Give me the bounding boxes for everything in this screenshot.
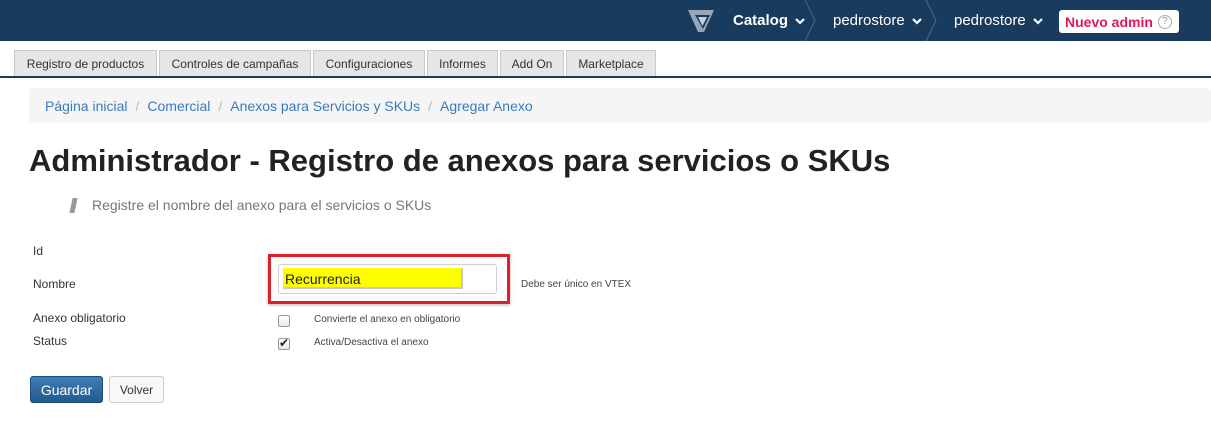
id-label: Id [33,244,44,258]
nav-separator [925,0,937,41]
vtex-logo-icon[interactable] [686,8,716,34]
quote-bar-icon [69,198,78,213]
page-subtitle: Registre el nombre del anexo para el ser… [92,197,432,213]
anexo-obligatorio-hint: Convierte el anexo en obligatorio [314,314,461,325]
tab-configuraciones[interactable]: Configuraciones [313,50,425,76]
anexo-obligatorio-checkbox[interactable] [278,315,290,327]
save-button[interactable]: Guardar [30,376,103,403]
nuevo-admin-button[interactable]: Nuevo admin ? [1059,10,1179,33]
breadcrumb-comercial[interactable]: Comercial [147,98,210,114]
page-title: Administrador - Registro de anexos para … [29,143,891,178]
nombre-input-value: Recurrencia [285,271,361,287]
status-label: Status [33,334,68,348]
breadcrumb: Página inicial / Comercial / Anexos para… [29,88,1211,123]
tab-marketplace[interactable]: Marketplace [566,50,656,76]
nuevo-admin-label: Nuevo admin [1065,13,1153,30]
tab-informes[interactable]: Informes [427,50,498,76]
catalog-menu[interactable]: Catalog [733,0,806,41]
store-menu-1-label: pedrostore [833,12,905,29]
tab-controles-de-campanas[interactable]: Controles de campañas [159,50,311,76]
breadcrumb-pagina-inicial[interactable]: Página inicial [45,98,128,114]
nombre-hint: Debe ser único en VTEX [521,279,632,290]
back-button[interactable]: Volver [109,376,164,403]
breadcrumb-anexos[interactable]: Anexos para Servicios y SKUs [230,98,420,114]
breadcrumb-separator: / [135,97,140,114]
chevron-down-icon [1032,17,1043,25]
store-menu-2-label: pedrostore [954,12,1026,29]
breadcrumb-separator: / [218,97,223,114]
tabs-divider [0,76,1211,78]
nombre-label: Nombre [33,277,76,291]
status-checkbox[interactable]: ✔ [278,336,290,350]
question-circle-icon[interactable]: ? [1157,14,1172,29]
store-menu-2[interactable]: pedrostore [954,0,1044,41]
breadcrumb-separator: / [428,97,433,114]
checkmark-icon: ✔ [279,336,290,350]
tab-registro-de-productos[interactable]: Registro de productos [14,50,157,76]
chevron-down-icon [911,17,922,25]
status-hint: Activa/Desactiva el anexo [314,337,429,348]
module-tabs: Registro de productos Controles de campa… [14,50,658,76]
nav-separator [804,0,816,41]
breadcrumb-agregar-anexo[interactable]: Agregar Anexo [440,98,533,114]
tab-add-on[interactable]: Add On [500,50,564,76]
top-navigation-bar: Catalog pedrostore pedrostore Nuevo admi… [0,0,1211,41]
anexo-obligatorio-label: Anexo obligatorio [33,311,126,325]
catalog-menu-label: Catalog [733,12,789,29]
store-menu-1[interactable]: pedrostore [833,0,923,41]
